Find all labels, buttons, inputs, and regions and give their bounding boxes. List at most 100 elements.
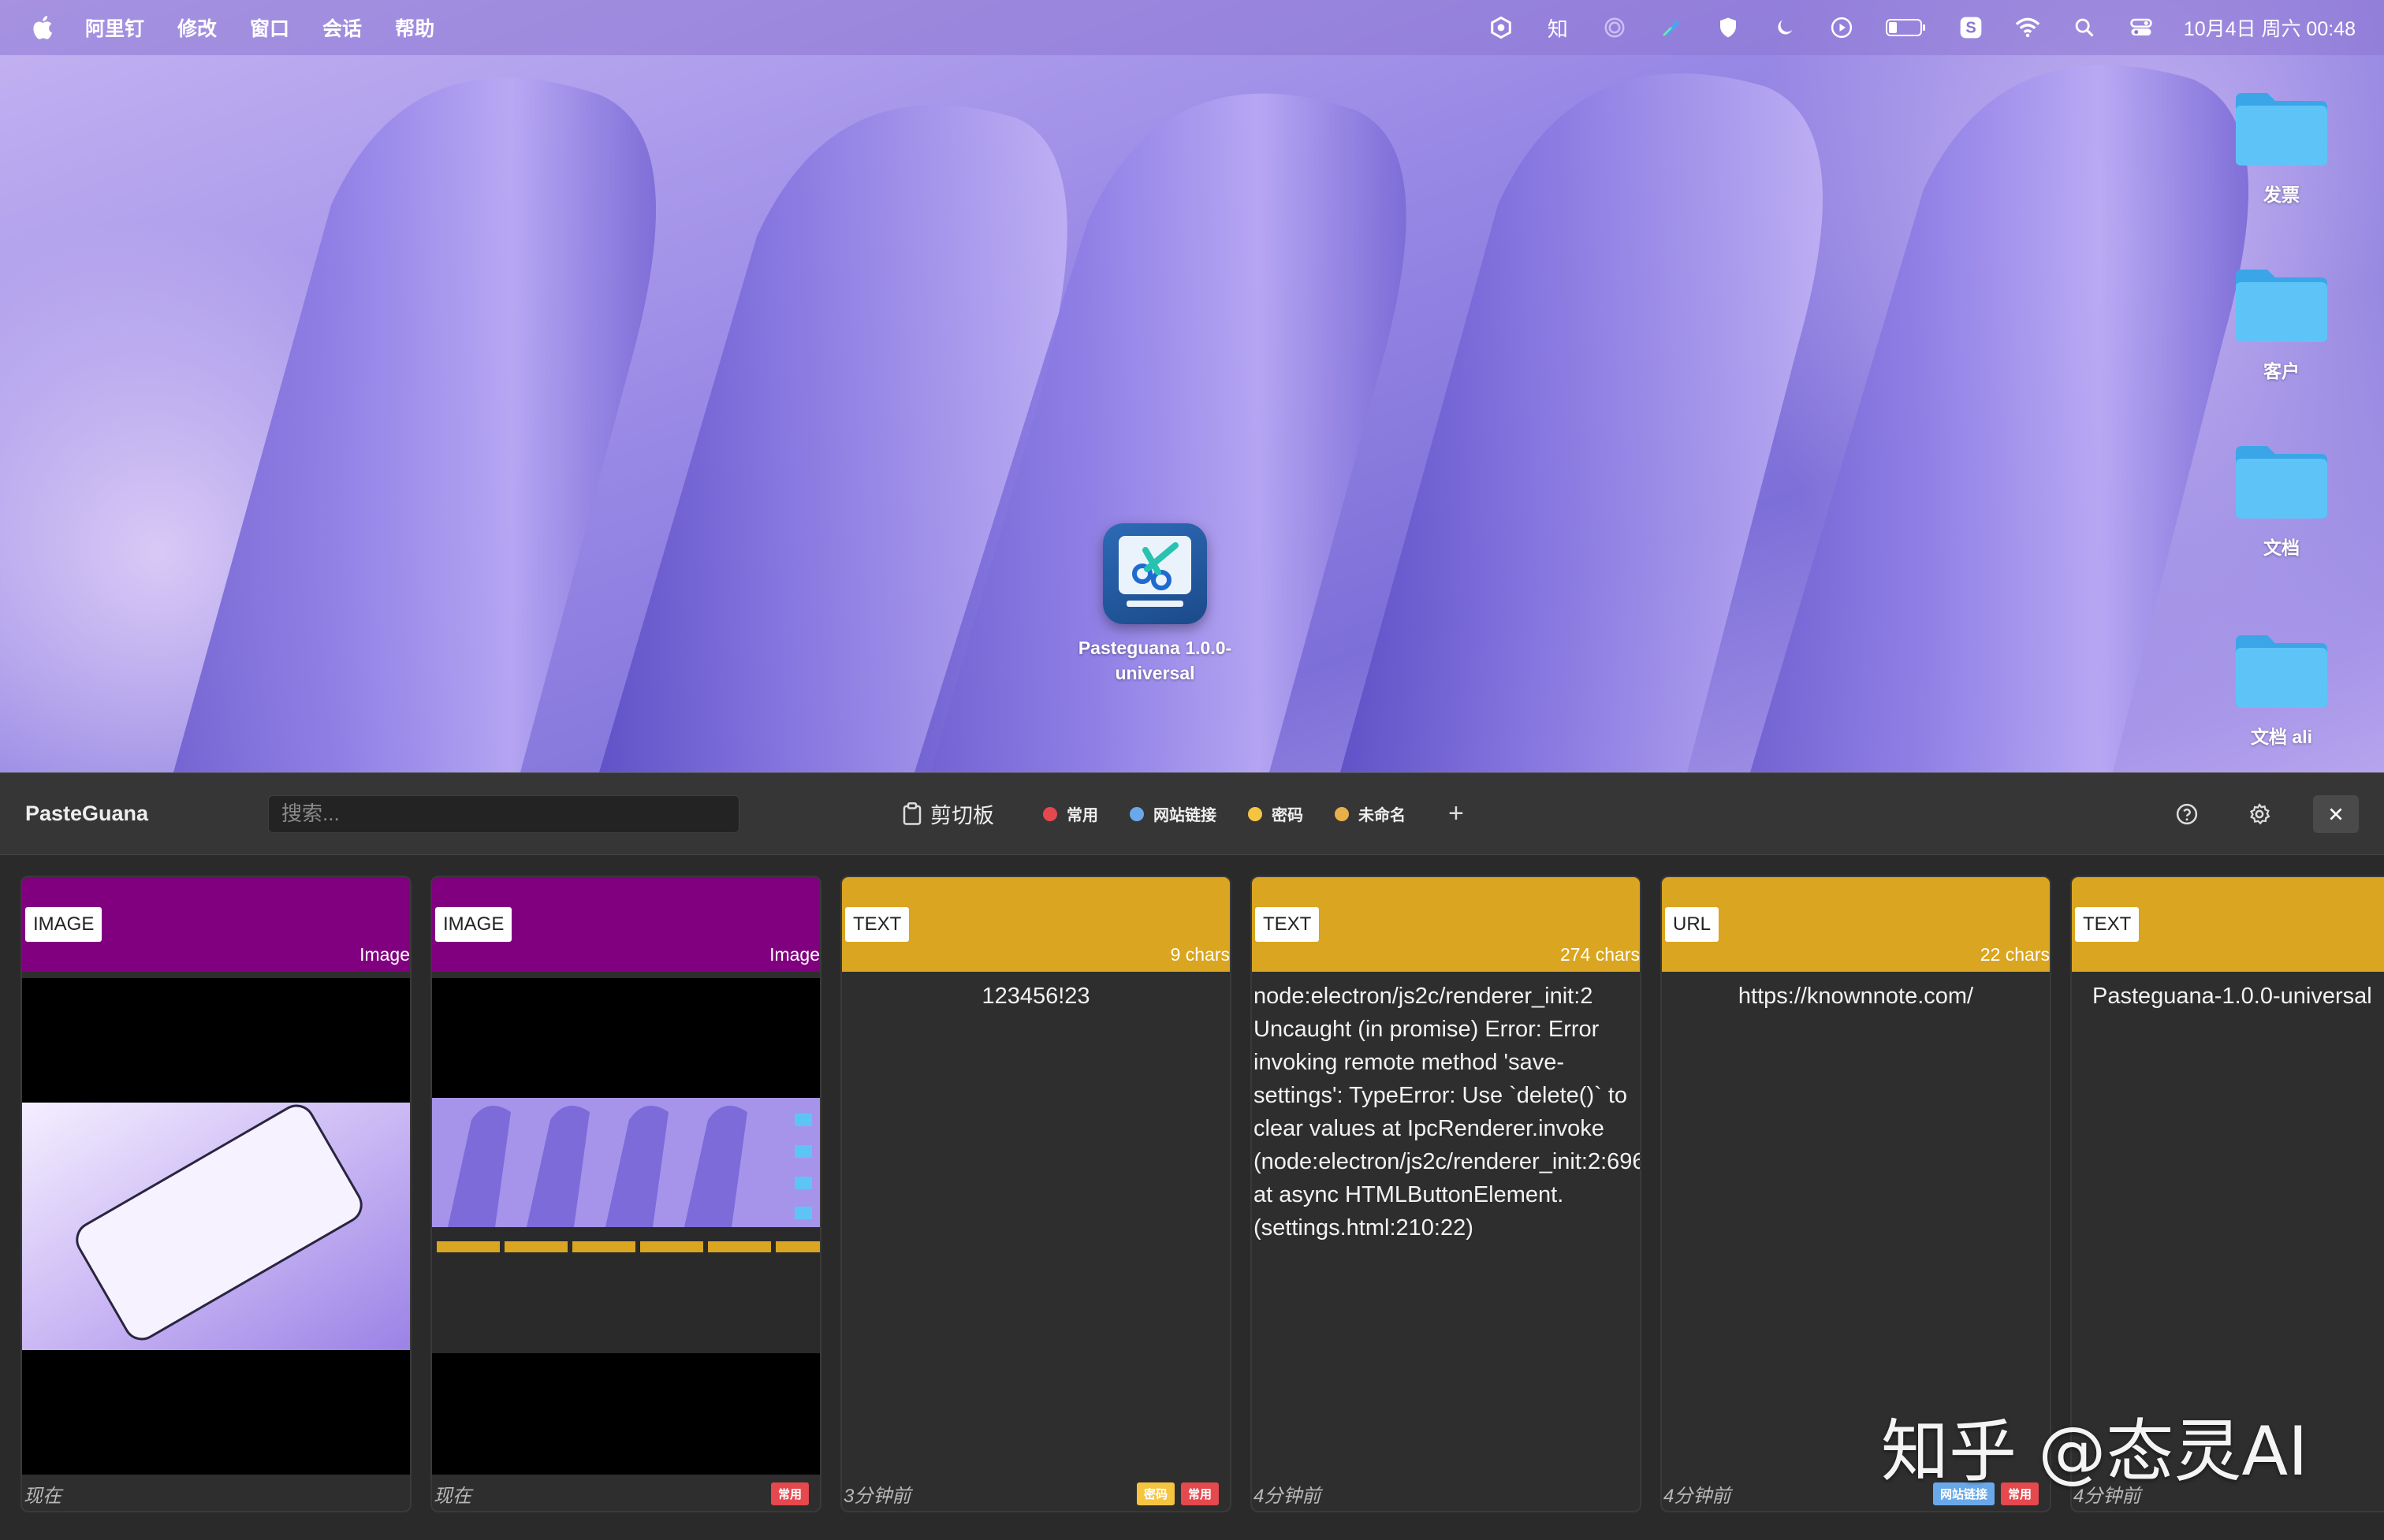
tag-dot <box>1130 806 1144 821</box>
svg-text:S: S <box>1965 20 1976 37</box>
tag-label: 网站链接 <box>1153 807 1216 824</box>
menu-window[interactable]: 窗口 <box>250 13 289 42</box>
menu-help[interactable]: 帮助 <box>395 13 434 42</box>
tag-filter-password[interactable]: 密码 <box>1248 802 1303 825</box>
pasteguana-panel: PasteGuana 剪切板 常用 网站链接 密码 未命名 + <box>0 772 2384 1540</box>
search-input[interactable] <box>268 794 739 833</box>
folder-label: 发票 <box>2263 184 2300 205</box>
add-tag-button[interactable]: + <box>1448 798 1464 829</box>
card-time: 4分钟前 <box>1663 1485 1731 1507</box>
menu-clock[interactable]: 10月4日 周六 00:48 <box>2184 13 2356 42</box>
card-footer: 现在 <box>22 1476 410 1511</box>
label-frequent[interactable]: 常用 <box>770 1482 809 1505</box>
type-badge: IMAGE <box>435 907 512 942</box>
card-labels: 密码 常用 <box>1136 1482 1219 1505</box>
zhi-icon[interactable]: 知 <box>1544 13 1572 42</box>
panel-app-name: PasteGuana <box>25 802 149 825</box>
folder-icon <box>2233 265 2330 345</box>
folder-icon <box>2233 441 2330 522</box>
desktop-folder[interactable]: 文档 <box>2218 441 2345 560</box>
card-time: 现在 <box>434 1485 471 1507</box>
tag-label: 密码 <box>1272 807 1303 824</box>
tag-dot <box>1335 806 1349 821</box>
card-time: 现在 <box>24 1485 61 1507</box>
menu-edit[interactable]: 修改 <box>177 13 217 42</box>
shield-icon[interactable] <box>1714 13 1742 42</box>
pasteguana-app-icon <box>1103 523 1207 624</box>
card-meta: 9 chars <box>1170 944 1230 965</box>
gear-icon[interactable] <box>2241 795 2278 833</box>
image-preview <box>22 978 410 1475</box>
card-labels: 常用 <box>770 1482 809 1505</box>
tag-label: 未命名 <box>1358 807 1406 824</box>
tag-filter-frequent[interactable]: 常用 <box>1043 802 1098 825</box>
clip-card-image[interactable]: IMAGE Image 现在 <box>20 876 412 1512</box>
spiral-icon[interactable] <box>1600 13 1629 42</box>
desktop-folder[interactable]: 发票 <box>2218 88 2345 206</box>
tag-label: 常用 <box>1067 807 1098 824</box>
card-meta: Image <box>769 944 820 965</box>
image-preview <box>432 978 820 1475</box>
close-icon[interactable] <box>2313 794 2359 833</box>
tag-dot <box>1248 806 1262 821</box>
clipboard-icon <box>903 802 922 825</box>
card-meta: 22 chars <box>1980 944 2050 965</box>
label-password[interactable]: 密码 <box>1136 1482 1175 1505</box>
card-time: 3分钟前 <box>844 1485 911 1507</box>
card-meta: Image <box>359 944 410 965</box>
card-header: URL 22 chars <box>1662 877 2050 972</box>
card-header: TEXT <box>2072 877 2384 972</box>
type-badge: IMAGE <box>25 907 102 942</box>
wifi-icon[interactable] <box>2013 13 2042 42</box>
card-content: 123456!23 <box>982 984 1090 1009</box>
menu-session[interactable]: 会话 <box>322 13 362 42</box>
card-time: 4分钟前 <box>1253 1485 1321 1507</box>
label-frequent[interactable]: 常用 <box>1180 1482 1219 1505</box>
tag-filter-links[interactable]: 网站链接 <box>1130 802 1216 825</box>
tag-filter-unnamed[interactable]: 未命名 <box>1335 802 1406 825</box>
play-icon[interactable] <box>1827 13 1856 42</box>
folder-icon <box>2233 88 2330 169</box>
folder-label: 客户 <box>2263 361 2300 381</box>
type-badge: TEXT <box>2075 907 2140 942</box>
type-badge: URL <box>1665 907 1719 942</box>
desktop-folder[interactable]: 客户 <box>2218 265 2345 383</box>
card-header: TEXT 9 chars <box>842 877 1230 972</box>
folder-label: 文档 <box>2263 538 2300 558</box>
card-footer: 3分钟前 密码 常用 <box>842 1476 1230 1511</box>
battery-icon[interactable] <box>1884 13 1928 42</box>
card-footer: 4分钟前 <box>1252 1476 1640 1511</box>
toolbar-actions <box>2168 794 2359 833</box>
card-header: IMAGE Image <box>22 877 410 972</box>
desktop-app-icon[interactable]: Pasteguana 1.0.0- universal <box>1056 523 1253 686</box>
feather-icon[interactable] <box>1657 13 1686 42</box>
search-icon[interactable] <box>2070 13 2099 42</box>
moon-icon[interactable] <box>1771 13 1799 42</box>
clip-card-image[interactable]: IMAGE Image 现在 常用 <box>430 876 821 1512</box>
app-label-line2: universal <box>1115 663 1195 683</box>
type-badge: TEXT <box>1255 907 1320 942</box>
folder-icon <box>2233 631 2330 711</box>
hexagon-icon[interactable] <box>1487 13 1515 42</box>
tab-clipboard[interactable]: 剪切板 <box>902 798 994 829</box>
apple-icon[interactable] <box>28 13 58 43</box>
control-center-icon[interactable] <box>2127 13 2155 42</box>
tag-dot <box>1043 806 1057 821</box>
tab-clipboard-label: 剪切板 <box>930 804 994 828</box>
app-label-line1: Pasteguana 1.0.0- <box>1078 638 1232 658</box>
clip-card-text[interactable]: TEXT 274 chars node:electron/js2c/render… <box>1250 876 1641 1512</box>
menu-app-name[interactable]: 阿里钉 <box>85 13 144 42</box>
card-footer: 现在 常用 <box>432 1476 820 1511</box>
desktop-folder[interactable]: 文档 ali <box>2218 631 2345 749</box>
card-content: https://knownnote.com/ <box>1738 984 1974 1009</box>
s-icon[interactable]: S <box>1957 13 1985 42</box>
status-area: 知 S 10月4日 周六 00:48 <box>1487 13 2356 42</box>
clip-card-text[interactable]: TEXT 9 chars 123456!23 3分钟前 密码 常用 <box>840 876 1231 1512</box>
menu-bar: 阿里钉 修改 窗口 会话 帮助 知 S 10月4日 周六 00:48 <box>0 0 2384 55</box>
card-header: TEXT 274 chars <box>1252 877 1640 972</box>
watermark: 知乎 @态灵AI <box>1881 1412 2308 1491</box>
folder-label: 文档 ali <box>2251 727 2312 747</box>
panel-toolbar: PasteGuana 剪切板 常用 网站链接 密码 未命名 + <box>0 773 2384 855</box>
help-icon[interactable] <box>2168 795 2206 833</box>
card-content: Pasteguana-1.0.0-universal <box>2092 984 2372 1009</box>
